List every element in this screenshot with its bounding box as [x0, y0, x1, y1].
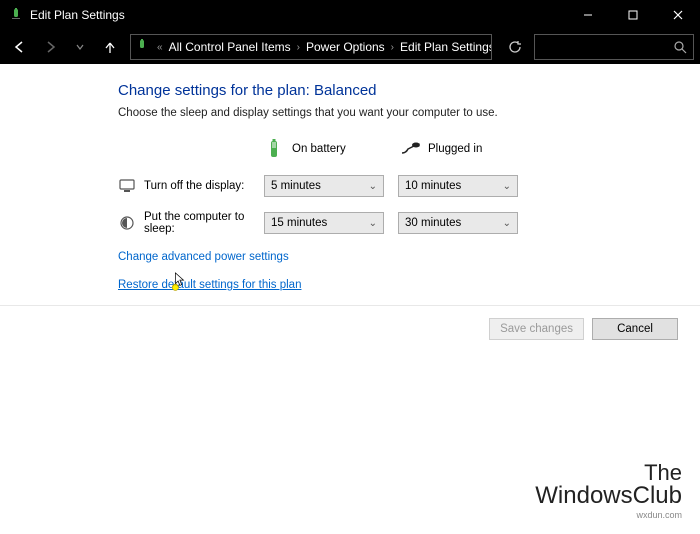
- chevron-right-icon: ›: [293, 42, 304, 53]
- sleep-icon: [118, 214, 136, 232]
- search-icon: [674, 41, 687, 54]
- display-battery-dropdown[interactable]: 5 minutes⌄: [264, 175, 384, 197]
- chevron-right-icon: «: [153, 42, 167, 53]
- save-button: Save changes: [489, 318, 584, 340]
- watermark-line1: The: [535, 462, 682, 484]
- page-heading: Change settings for the plan: Balanced: [118, 82, 700, 99]
- plugged-label: Plugged in: [428, 143, 482, 155]
- restore-defaults-link[interactable]: Restore default settings for this plan: [118, 279, 700, 291]
- column-headers: On battery Plugged in: [118, 137, 700, 161]
- back-button[interactable]: [6, 33, 34, 61]
- page-subtext: Choose the sleep and display settings th…: [118, 107, 700, 119]
- sleep-label: Put the computer to sleep:: [144, 211, 264, 235]
- chevron-right-icon: ›: [387, 42, 398, 53]
- sleep-row: Put the computer to sleep: 15 minutes⌄ 3…: [118, 211, 700, 235]
- close-button[interactable]: [655, 0, 700, 30]
- address-bar[interactable]: « All Control Panel Items › Power Option…: [130, 34, 492, 60]
- battery-label: On battery: [292, 143, 346, 155]
- window-title: Edit Plan Settings: [30, 8, 565, 22]
- display-row: Turn off the display: 5 minutes⌄ 10 minu…: [118, 175, 700, 197]
- up-button[interactable]: [96, 33, 124, 61]
- chevron-down-icon: ⌄: [503, 218, 511, 229]
- watermark-sub: wxdun.com: [535, 510, 682, 520]
- plugged-column-header: Plugged in: [400, 137, 530, 161]
- breadcrumb-item[interactable]: Power Options: [304, 40, 387, 54]
- sleep-plugged-dropdown[interactable]: 30 minutes⌄: [398, 212, 518, 234]
- minimize-button[interactable]: [565, 0, 610, 30]
- search-box[interactable]: [534, 34, 694, 60]
- maximize-button[interactable]: [610, 0, 655, 30]
- plug-icon: [400, 137, 420, 161]
- button-row: Save changes Cancel: [0, 306, 700, 340]
- advanced-settings-link[interactable]: Change advanced power settings: [118, 251, 700, 263]
- chevron-down-icon: ⌄: [369, 218, 377, 229]
- display-icon: [118, 177, 136, 195]
- breadcrumb-item[interactable]: All Control Panel Items: [167, 40, 293, 54]
- battery-column-header: On battery: [264, 137, 394, 161]
- forward-button[interactable]: [36, 33, 64, 61]
- title-bar: Edit Plan Settings: [0, 0, 700, 30]
- sleep-battery-dropdown[interactable]: 15 minutes⌄: [264, 212, 384, 234]
- watermark-line2: WindowsClub: [535, 484, 682, 508]
- display-plugged-dropdown[interactable]: 10 minutes⌄: [398, 175, 518, 197]
- breadcrumb-item[interactable]: Edit Plan Settings: [398, 40, 492, 54]
- chevron-down-icon: ⌄: [503, 181, 511, 192]
- refresh-button[interactable]: [502, 34, 528, 60]
- chevron-down-icon: ⌄: [369, 181, 377, 192]
- window: Edit Plan Settings « All Control Panel I…: [0, 0, 700, 534]
- cancel-button[interactable]: Cancel: [592, 318, 678, 340]
- display-label: Turn off the display:: [144, 180, 264, 192]
- recent-dropdown-icon[interactable]: [66, 33, 94, 61]
- watermark: The WindowsClub wxdun.com: [535, 462, 682, 520]
- battery-icon: [264, 137, 284, 161]
- control-panel-icon: [135, 39, 151, 55]
- nav-bar: « All Control Panel Items › Power Option…: [0, 30, 700, 64]
- app-icon: [8, 7, 24, 23]
- content-area: Change settings for the plan: Balanced C…: [0, 64, 700, 340]
